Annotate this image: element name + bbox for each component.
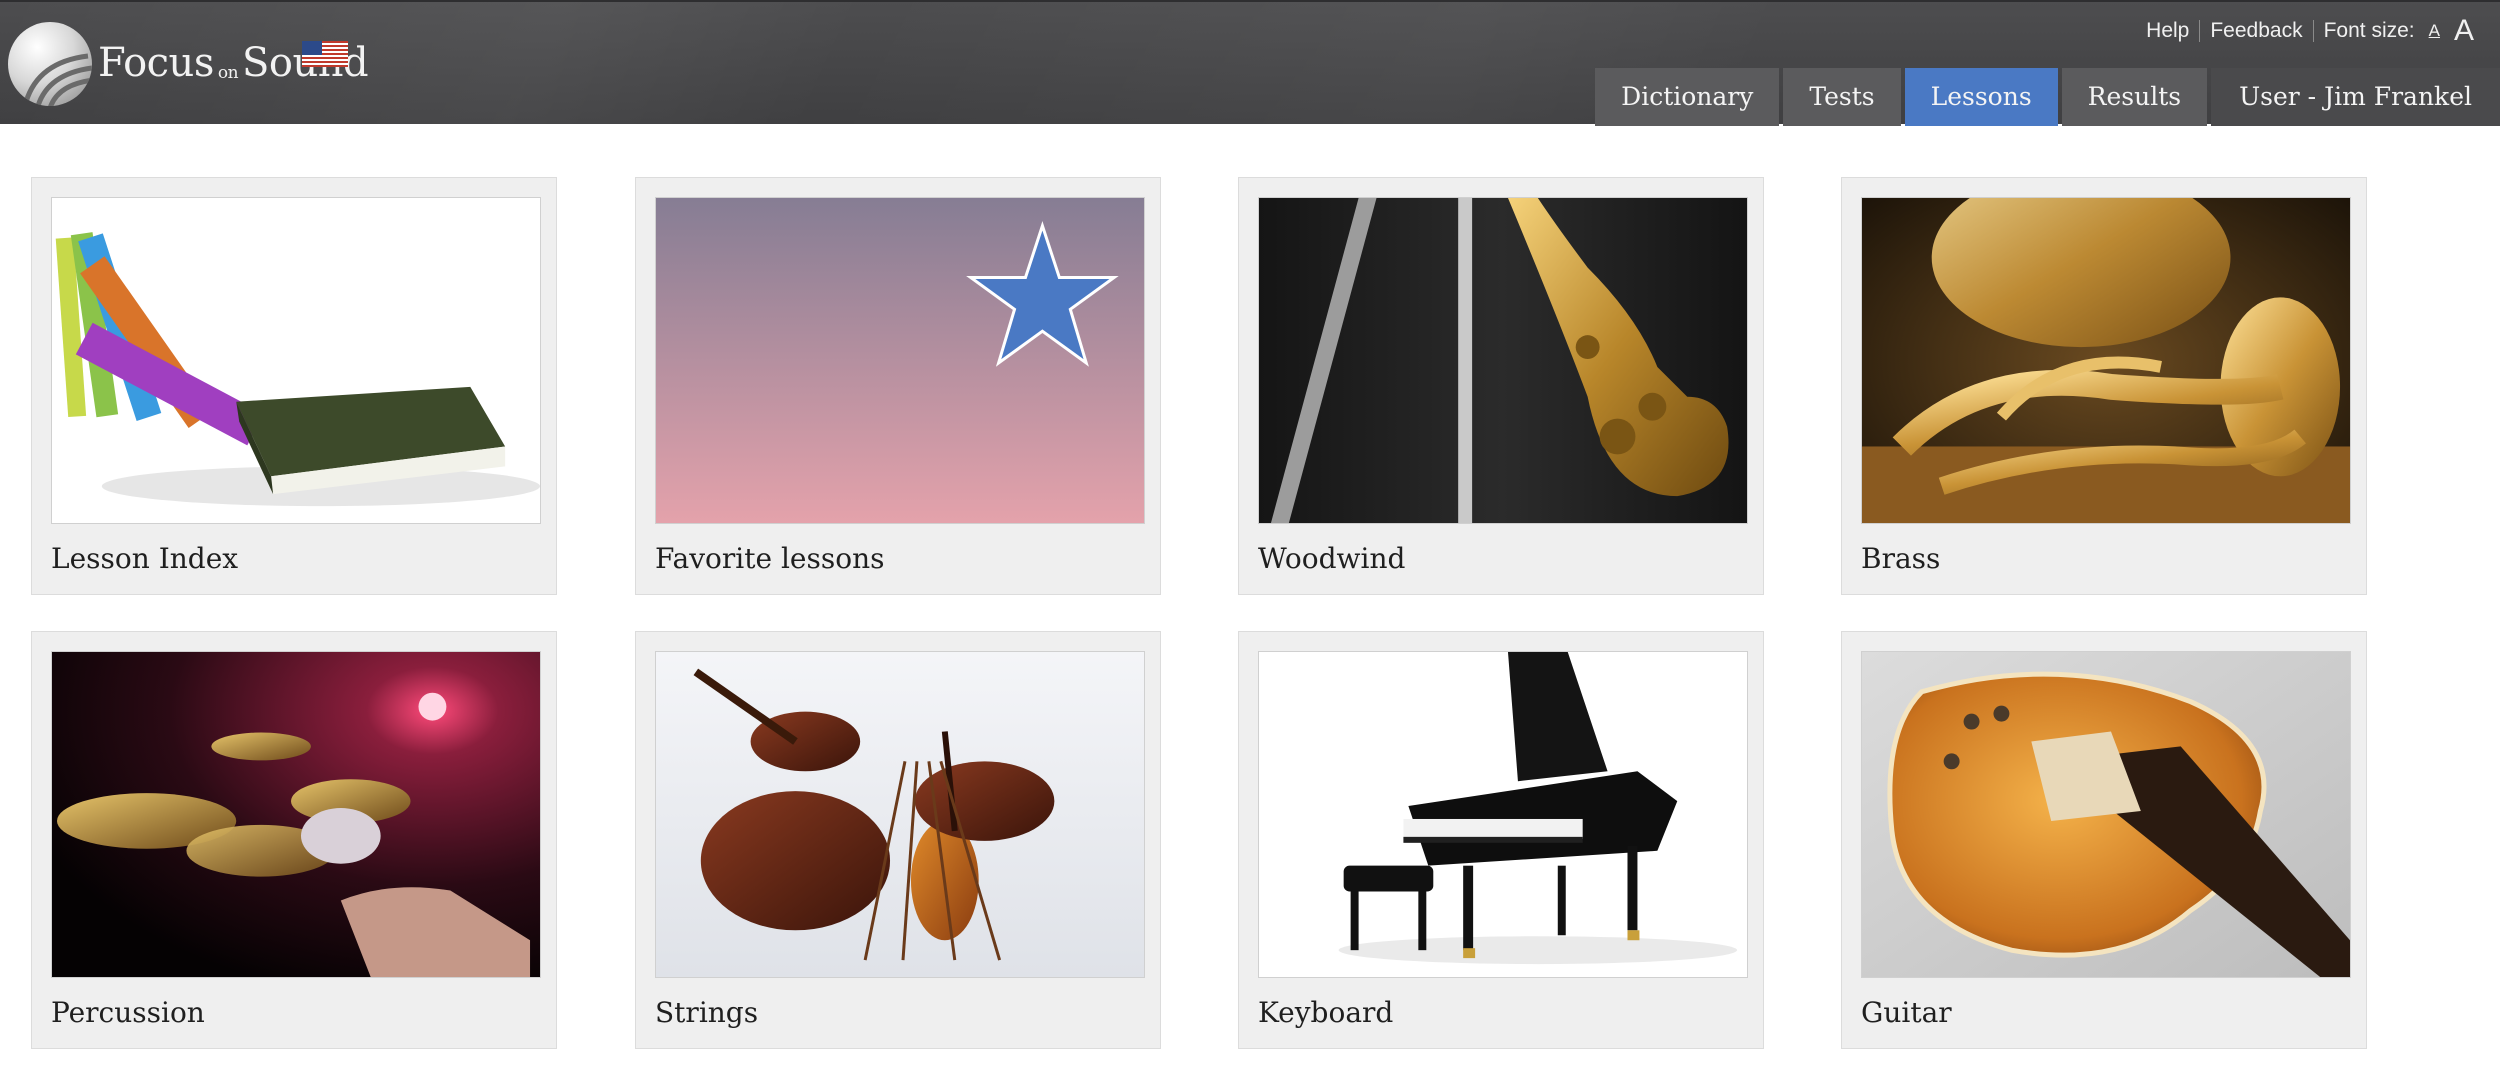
strings-image xyxy=(655,651,1145,978)
lesson-label: Keyboard xyxy=(1258,996,1394,1029)
brand-name-part1: Focus xyxy=(98,40,214,86)
help-link[interactable]: Help xyxy=(2146,19,2189,43)
font-size-small-button[interactable]: A xyxy=(2429,21,2440,41)
lesson-card-strings[interactable]: Strings xyxy=(635,631,1161,1049)
lesson-label: Lesson Index xyxy=(51,542,239,575)
tab-dictionary[interactable]: Dictionary xyxy=(1595,68,1780,126)
main-nav: Dictionary Tests Lessons Results User - … xyxy=(1591,68,2500,126)
divider xyxy=(2199,20,2201,42)
utility-links: Help Feedback Font size: A A xyxy=(2146,14,2474,48)
tab-user[interactable]: User - Jim Frankel xyxy=(2211,68,2500,126)
logo-sphere-icon xyxy=(8,22,92,106)
brass-image xyxy=(1861,197,2351,524)
tab-lessons[interactable]: Lessons xyxy=(1904,68,2058,126)
font-size-large-button[interactable]: A xyxy=(2454,16,2474,46)
tab-tests[interactable]: Tests xyxy=(1783,68,1901,126)
lesson-label: Favorite lessons xyxy=(655,542,885,575)
woodwind-image xyxy=(1258,197,1748,524)
focus-on-sound-logo[interactable]: FocusonSound xyxy=(8,20,369,112)
lesson-card-guitar[interactable]: Guitar xyxy=(1841,631,2367,1049)
lesson-label: Strings xyxy=(655,996,759,1029)
books-image xyxy=(51,197,541,524)
lesson-label: Brass xyxy=(1861,542,1941,575)
lesson-card-lesson-index[interactable]: Lesson Index xyxy=(31,177,557,595)
brand-name-on: on xyxy=(217,63,239,83)
feedback-link[interactable]: Feedback xyxy=(2210,19,2302,43)
lesson-label: Guitar xyxy=(1861,996,1952,1029)
lesson-card-percussion[interactable]: Percussion xyxy=(31,631,557,1049)
lesson-card-favorite-lessons[interactable]: Favorite lessons xyxy=(635,177,1161,595)
lesson-label: Woodwind xyxy=(1258,542,1406,575)
top-header: FocusonSound Help Feedback Font size: A … xyxy=(0,0,2500,126)
lesson-card-woodwind[interactable]: Woodwind xyxy=(1238,177,1764,595)
star-image xyxy=(655,197,1145,524)
lesson-card-keyboard[interactable]: Keyboard xyxy=(1238,631,1764,1049)
us-flag-icon[interactable] xyxy=(302,41,348,67)
lesson-card-brass[interactable]: Brass xyxy=(1841,177,2367,595)
divider xyxy=(2312,20,2314,42)
percussion-image xyxy=(51,651,541,978)
tab-results[interactable]: Results xyxy=(2061,68,2208,126)
font-size-label: Font size: xyxy=(2323,19,2415,42)
lesson-label: Percussion xyxy=(51,996,205,1029)
guitar-image xyxy=(1861,651,2351,978)
keyboard-image xyxy=(1258,651,1748,978)
